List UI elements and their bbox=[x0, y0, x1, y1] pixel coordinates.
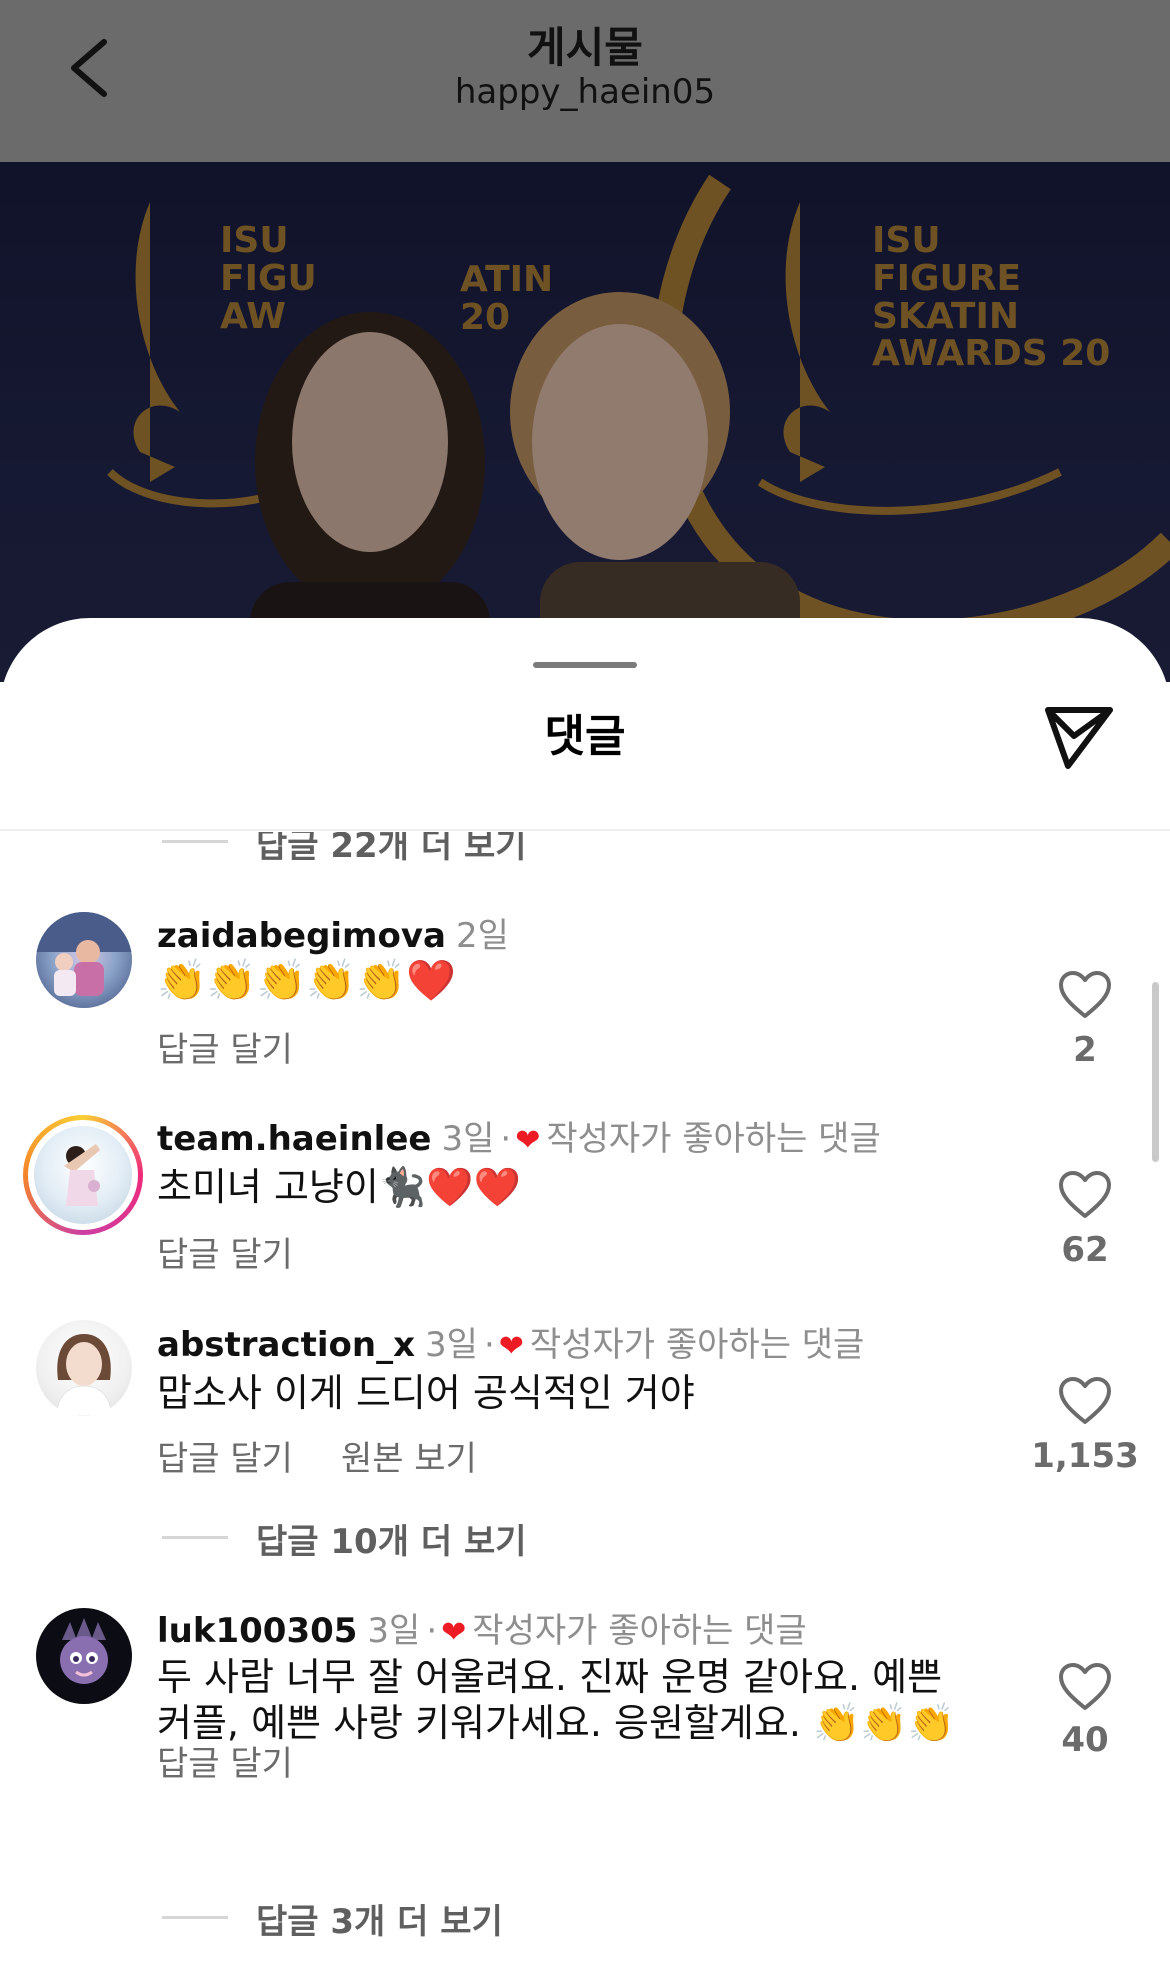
view-more-replies-button[interactable]: 답글 3개 더 보기 bbox=[256, 1894, 503, 1943]
see-original-button[interactable]: 원본 보기 bbox=[341, 1439, 477, 1479]
comment-username[interactable]: zaidabegimova bbox=[157, 916, 446, 956]
sheet-divider bbox=[0, 829, 1170, 831]
send-icon bbox=[1045, 707, 1113, 769]
page-title: 게시물 bbox=[527, 23, 643, 72]
sheet-grabber[interactable] bbox=[533, 662, 637, 668]
reply-button[interactable]: 답글 달기 bbox=[157, 1235, 293, 1275]
comments-sheet: 댓글 답글 22개 더 보기 zaidabegimova 2일 👏👏👏👏👏❤️ 답… bbox=[0, 618, 1170, 1965]
like-button[interactable] bbox=[1058, 970, 1112, 1020]
avatar[interactable] bbox=[36, 912, 132, 1008]
post-photo: ISU FIGU AW ATIN 20 ISU FIGURE SKATIN AW… bbox=[0, 162, 1170, 682]
comment-username[interactable]: abstraction_x bbox=[157, 1325, 415, 1365]
reply-button[interactable]: 답글 달기 bbox=[157, 1439, 293, 1479]
comment-time: 2일 bbox=[455, 916, 509, 956]
liked-by-author-label: 작성자가 좋아하는 댓글 bbox=[529, 1325, 865, 1365]
heart-outline-icon bbox=[1059, 1171, 1111, 1218]
liked-by-author-label: 작성자가 좋아하는 댓글 bbox=[472, 1611, 807, 1651]
comment-actions: 답글 달기 bbox=[157, 1022, 293, 1071]
like-button[interactable] bbox=[1058, 1662, 1112, 1712]
avatar-image bbox=[55, 1334, 113, 1416]
avatar[interactable] bbox=[36, 1608, 132, 1704]
top-navigation-bar: 게시물 happy_haein05 bbox=[0, 0, 1170, 162]
replies-divider bbox=[162, 1916, 228, 1919]
heart-outline-icon bbox=[1059, 1377, 1111, 1424]
author-heart-icon: ❤ bbox=[498, 1329, 524, 1364]
like-count: 1,153 bbox=[1031, 1436, 1139, 1476]
comment-text: 초미녀 고냥이🐈‍⬛❤️❤️ bbox=[157, 1165, 521, 1209]
post-author-username[interactable]: happy_haein05 bbox=[0, 72, 1170, 112]
comment-time: 3일 bbox=[367, 1611, 421, 1651]
sheet-title: 댓글 bbox=[544, 711, 626, 762]
reply-button[interactable]: 답글 달기 bbox=[157, 1030, 293, 1070]
replies-divider bbox=[162, 840, 228, 843]
heart-outline-icon bbox=[1059, 1663, 1111, 1710]
view-more-replies-button[interactable]: 답글 10개 더 보기 bbox=[256, 1514, 527, 1563]
comment-time: 3일 bbox=[425, 1325, 478, 1365]
comment-actions: 답글 달기 bbox=[157, 1227, 293, 1276]
avatar[interactable] bbox=[36, 1320, 132, 1416]
author-heart-icon: ❤ bbox=[515, 1123, 541, 1158]
avatar bbox=[34, 1126, 132, 1224]
comment-actions: 답글 달기 원본 보기 bbox=[157, 1431, 477, 1480]
author-heart-icon: ❤ bbox=[441, 1615, 467, 1650]
avatar-image bbox=[36, 912, 132, 996]
comment-text: 두 사람 너무 잘 어울려요. 진짜 운명 같아요. 예쁜 커플, 예쁜 사랑 … bbox=[157, 1655, 955, 1745]
avatar-story-ring[interactable] bbox=[23, 1115, 143, 1235]
separator-dot: · bbox=[500, 1119, 512, 1159]
share-button[interactable] bbox=[1042, 700, 1116, 774]
like-count: 2 bbox=[1073, 1030, 1097, 1070]
comment-username[interactable]: team.haeinlee bbox=[157, 1119, 431, 1159]
comment-time: 3일 bbox=[441, 1119, 495, 1159]
view-more-replies-button[interactable]: 답글 22개 더 보기 bbox=[256, 832, 527, 867]
reply-button[interactable]: 답글 달기 bbox=[157, 1744, 293, 1784]
comment-header: team.haeinlee 3일 · ❤ 작성자가 좋아하는 댓글 bbox=[157, 1111, 881, 1160]
photo-dim-overlay bbox=[0, 162, 1170, 682]
separator-dot: · bbox=[426, 1611, 438, 1651]
like-count: 62 bbox=[1061, 1230, 1109, 1270]
comment-username[interactable]: luk100305 bbox=[157, 1611, 357, 1651]
heart-outline-icon bbox=[1059, 971, 1111, 1018]
like-button[interactable] bbox=[1058, 1170, 1112, 1220]
liked-by-author-label: 작성자가 좋아하는 댓글 bbox=[546, 1119, 881, 1159]
comment-header: luk100305 3일 · ❤ 작성자가 좋아하는 댓글 bbox=[157, 1603, 807, 1652]
like-button[interactable] bbox=[1058, 1376, 1112, 1426]
avatar-image bbox=[64, 1144, 100, 1206]
comment-header: abstraction_x 3일 · ❤ 작성자가 좋아하는 댓글 bbox=[157, 1317, 864, 1366]
scrollbar[interactable] bbox=[1152, 982, 1159, 1162]
like-count: 40 bbox=[1061, 1720, 1109, 1760]
separator-dot: · bbox=[483, 1325, 495, 1365]
comment-text: 맙소사 이게 드디어 공식적인 거야 bbox=[157, 1371, 695, 1415]
comment-text: 👏👏👏👏👏❤️ bbox=[157, 958, 456, 1004]
comment-header: zaidabegimova 2일 bbox=[157, 908, 509, 957]
comment-actions: 답글 달기 bbox=[157, 1736, 293, 1785]
replies-divider bbox=[162, 1536, 228, 1539]
avatar-image bbox=[60, 1618, 108, 1684]
